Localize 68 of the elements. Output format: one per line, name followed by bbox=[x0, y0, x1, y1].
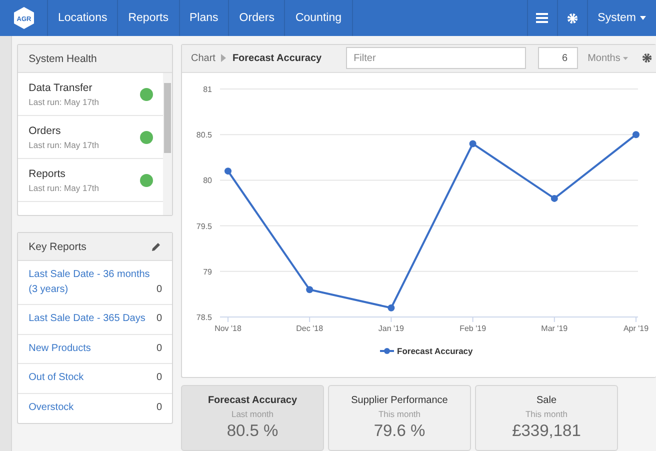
nav-link[interactable]: Locations bbox=[48, 0, 118, 36]
report-link[interactable]: New Products bbox=[28, 342, 91, 356]
report-link[interactable]: Last Sale Date - 36 months (3 years) bbox=[28, 268, 156, 297]
axis-label: Nov '18 bbox=[214, 324, 242, 333]
kpi-card[interactable]: Forecast Accuracy Last month 80.5 % bbox=[181, 385, 324, 451]
list-icon[interactable] bbox=[536, 13, 548, 23]
breadcrumb-link[interactable]: Chart bbox=[191, 52, 216, 64]
kpi-title: Forecast Accuracy bbox=[208, 395, 298, 406]
report-link[interactable]: Overstock bbox=[28, 401, 74, 416]
filter-field[interactable]: Filter bbox=[346, 47, 526, 70]
nav-link[interactable]: Reports bbox=[118, 0, 180, 36]
caret-icon bbox=[623, 56, 628, 60]
report-count: 0 bbox=[156, 342, 162, 356]
axis-label: Jan '19 bbox=[378, 324, 404, 333]
data-point bbox=[224, 168, 232, 174]
health-item-name: Reports bbox=[28, 168, 66, 180]
axis-label: 79.5 bbox=[196, 222, 212, 231]
chart-title: Forecast Accuracy bbox=[232, 52, 322, 64]
data-point bbox=[632, 131, 640, 138]
data-point bbox=[469, 140, 476, 148]
report-count: 0 bbox=[156, 282, 162, 296]
last-run-text: Last run: May 17th bbox=[28, 140, 100, 150]
health-item-name: Data Transfer bbox=[28, 82, 94, 94]
kpi-title: Supplier Performance bbox=[351, 395, 448, 406]
months-field[interactable]: 6 bbox=[538, 47, 578, 70]
report-count: 0 bbox=[156, 312, 162, 326]
last-run-text: Last run: May 17th bbox=[28, 96, 100, 106]
nav-link[interactable]: Counting bbox=[285, 0, 352, 36]
axis-label: 80 bbox=[203, 176, 212, 186]
pencil-icon[interactable] bbox=[151, 242, 161, 252]
axis-label: Mar '19 bbox=[541, 324, 568, 333]
kpi-period: This month bbox=[378, 409, 421, 419]
report-link[interactable]: Out of Stock bbox=[28, 371, 84, 386]
report-link[interactable]: Last Sale Date - 365 Days bbox=[28, 312, 146, 326]
kpi-title: Sale bbox=[536, 395, 556, 406]
months-dropdown[interactable]: Months bbox=[588, 52, 628, 64]
kpi-value: £339,181 bbox=[512, 422, 581, 441]
legend-label: Forecast Accuracy bbox=[397, 346, 473, 356]
last-run-text: Last run: May 17th bbox=[28, 182, 100, 192]
data-point bbox=[388, 304, 395, 312]
axis-label: Apr '19 bbox=[623, 324, 649, 333]
legend-marker-icon bbox=[380, 348, 394, 354]
axis-label: Dec '18 bbox=[296, 324, 324, 333]
caret-icon bbox=[640, 16, 646, 20]
panel-title: Key Reports bbox=[28, 240, 86, 252]
kpi-value: 79.6 % bbox=[374, 422, 426, 441]
kpi-period: This month bbox=[525, 409, 568, 419]
kpi-period: Last month bbox=[231, 409, 274, 419]
kpi-card[interactable]: Supplier Performance This month 79.6 % bbox=[328, 385, 471, 451]
axis-label: 78.5 bbox=[196, 312, 212, 322]
system-menu[interactable]: System bbox=[586, 0, 656, 36]
panel-title: System Health bbox=[28, 52, 97, 64]
chevron-icon bbox=[221, 54, 226, 62]
data-point bbox=[550, 194, 558, 202]
kpi-value: 80.5 % bbox=[226, 422, 278, 441]
axis-label: Feb '19 bbox=[460, 324, 486, 333]
health-item-name: Orders bbox=[28, 124, 62, 136]
axis-label: 81 bbox=[203, 84, 212, 94]
scrollbar[interactable] bbox=[163, 73, 172, 215]
nav-link[interactable]: Orders bbox=[229, 0, 286, 36]
settings-icon[interactable] bbox=[642, 53, 652, 64]
report-count: 0 bbox=[156, 371, 162, 385]
axis-label: 80.5 bbox=[196, 130, 212, 140]
data-point bbox=[306, 286, 314, 294]
kpi-card[interactable]: Sale This month £339,181 bbox=[475, 385, 618, 451]
axis-label: 79 bbox=[203, 267, 212, 276]
report-count: 0 bbox=[156, 401, 162, 415]
nav-link[interactable]: Plans bbox=[180, 0, 230, 36]
